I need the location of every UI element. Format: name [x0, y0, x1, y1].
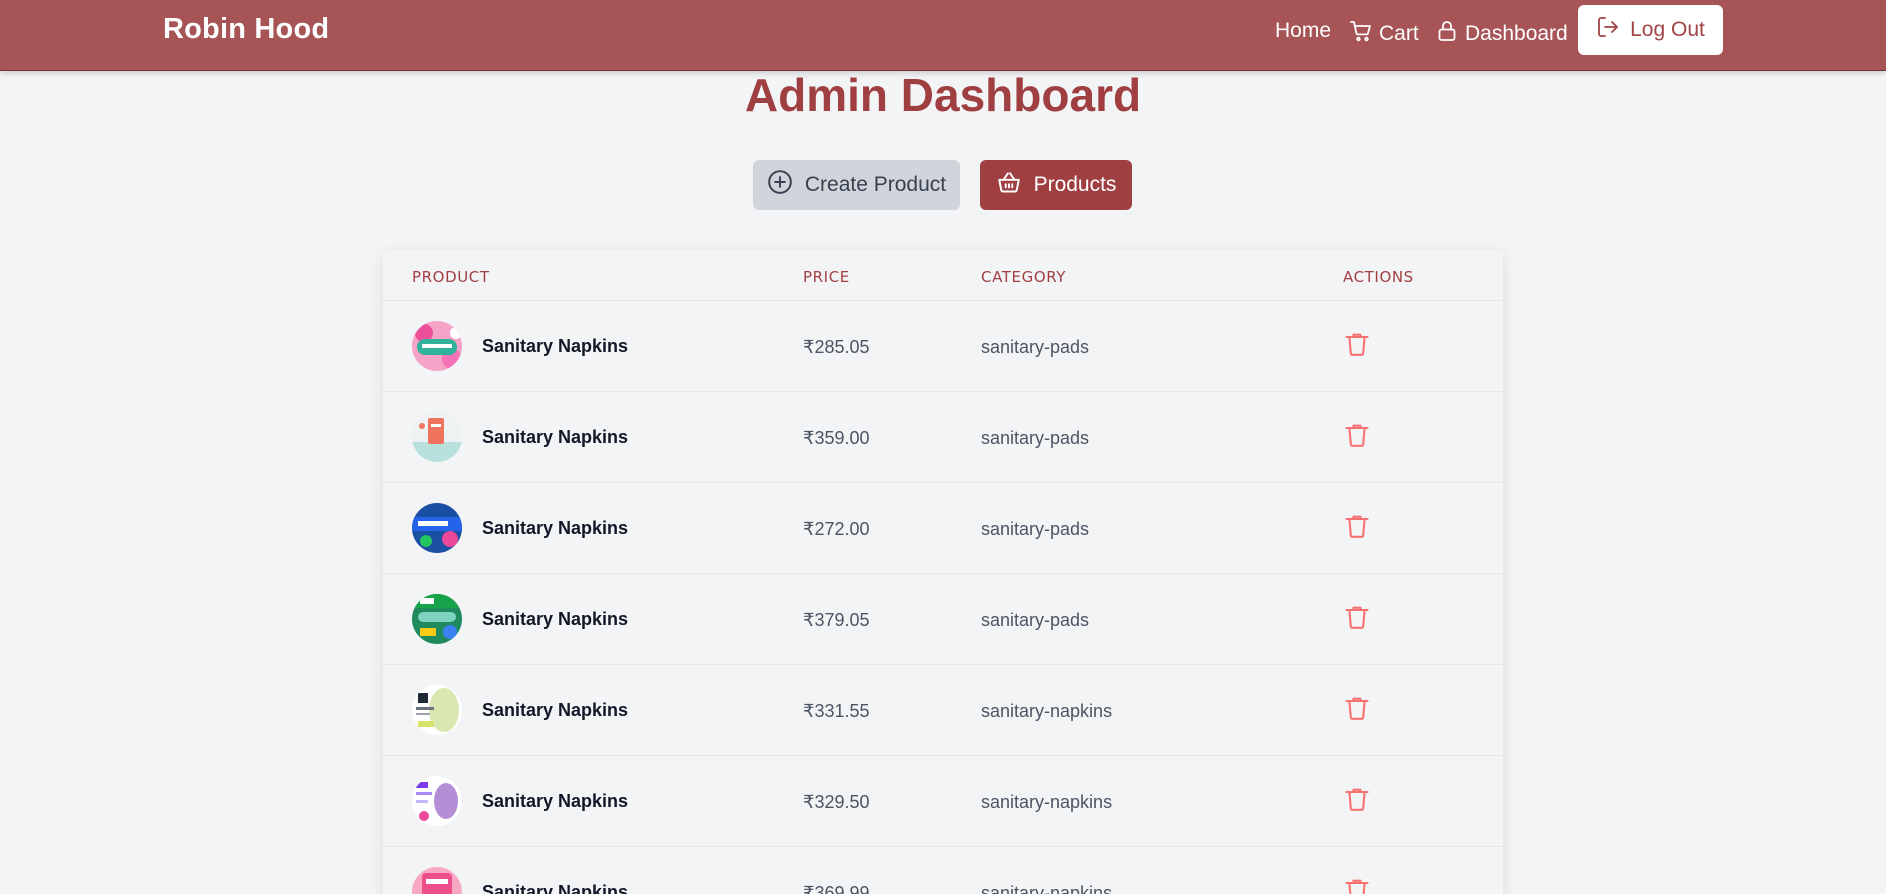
product-category: sanitary-napkins [981, 883, 1113, 894]
table-row: Sanitary Napkins ₹329.50 sanitary-napkin… [383, 756, 1503, 847]
trash-icon [1343, 515, 1371, 544]
product-name: Sanitary Napkins [482, 336, 629, 356]
table-row: Sanitary Napkins ₹369.99 sanitary-napkin… [383, 847, 1503, 894]
product-thumbnail [412, 867, 462, 894]
nav-home-label: Home [1275, 19, 1332, 42]
delete-product-button[interactable] [1343, 785, 1371, 813]
trash-icon [1343, 333, 1371, 362]
table-row: Sanitary Napkins ₹285.05 sanitary-pads [383, 301, 1503, 392]
header-product: PRODUCT [412, 268, 490, 286]
logout-icon [1596, 15, 1620, 45]
table-header: PRODUCT PRICE CATEGORY ACTIONS [383, 250, 1503, 301]
product-category: sanitary-napkins [981, 792, 1113, 812]
tab-products[interactable]: Products [980, 160, 1132, 210]
tab-create-product[interactable]: Create Product [753, 160, 960, 210]
logout-label: Log Out [1630, 18, 1705, 41]
product-category: sanitary-pads [981, 519, 1090, 539]
trash-icon [1343, 788, 1371, 817]
product-name: Sanitary Napkins [482, 609, 629, 629]
trash-icon [1343, 606, 1371, 635]
plus-circle-icon [767, 169, 793, 201]
trash-icon [1343, 424, 1371, 453]
lock-icon [1435, 19, 1459, 49]
header-category: CATEGORY [981, 268, 1067, 286]
trash-icon [1343, 697, 1371, 726]
table-row: Sanitary Napkins ₹272.00 sanitary-pads [383, 483, 1503, 574]
basket-icon [996, 169, 1022, 201]
product-thumbnail [412, 685, 462, 735]
product-name: Sanitary Napkins [482, 791, 629, 811]
product-name: Sanitary Napkins [482, 700, 629, 720]
delete-product-button[interactable] [1343, 421, 1371, 449]
product-thumbnail [412, 776, 462, 826]
product-price: ₹331.55 [803, 701, 870, 721]
nav-home-link[interactable]: Home [1275, 19, 1331, 43]
tab-products-label: Products [1033, 173, 1117, 196]
product-category: sanitary-pads [981, 337, 1090, 357]
nav-dashboard-link[interactable]: Dashboard [1435, 19, 1568, 49]
product-thumbnail [412, 503, 462, 553]
delete-product-button[interactable] [1343, 512, 1371, 540]
header-actions: ACTIONS [1343, 268, 1414, 286]
product-thumbnail [412, 594, 462, 644]
product-thumbnail [412, 412, 462, 462]
product-category: sanitary-pads [981, 610, 1090, 630]
product-price: ₹272.00 [803, 519, 870, 539]
product-name: Sanitary Napkins [482, 882, 629, 894]
delete-product-button[interactable] [1343, 603, 1371, 631]
header-price: PRICE [803, 268, 850, 286]
logout-button[interactable]: Log Out [1578, 5, 1723, 55]
brand-logo-text[interactable]: Robin Hood [163, 13, 329, 46]
product-price: ₹359.00 [803, 428, 870, 448]
products-table: PRODUCT PRICE CATEGORY ACTIONS Sanitary … [383, 250, 1503, 894]
page-title: Admin Dashboard [744, 69, 1142, 121]
cart-icon [1349, 19, 1373, 49]
product-price: ₹329.50 [803, 792, 870, 812]
nav-cart-label: Cart [1379, 22, 1419, 45]
product-price: ₹369.99 [803, 883, 870, 894]
table-row: Sanitary Napkins ₹379.05 sanitary-pads [383, 574, 1503, 665]
delete-product-button[interactable] [1343, 330, 1371, 358]
product-category: sanitary-pads [981, 428, 1090, 448]
product-name: Sanitary Napkins [482, 427, 629, 447]
delete-product-button[interactable] [1343, 694, 1371, 722]
table-row: Sanitary Napkins ₹331.55 sanitary-napkin… [383, 665, 1503, 756]
tab-create-product-label: Create Product [804, 173, 947, 196]
product-price: ₹379.05 [803, 610, 870, 630]
product-name: Sanitary Napkins [482, 518, 629, 538]
delete-product-button[interactable] [1343, 876, 1371, 894]
nav-cart-link[interactable]: Cart [1349, 19, 1419, 49]
product-category: sanitary-napkins [981, 701, 1113, 721]
product-price: ₹285.05 [803, 337, 870, 357]
product-thumbnail [412, 321, 462, 371]
top-navbar: Robin Hood Home Cart Dashboard Log Out [0, 0, 1886, 71]
nav-dashboard-label: Dashboard [1465, 22, 1568, 45]
table-row: Sanitary Napkins ₹359.00 sanitary-pads [383, 392, 1503, 483]
